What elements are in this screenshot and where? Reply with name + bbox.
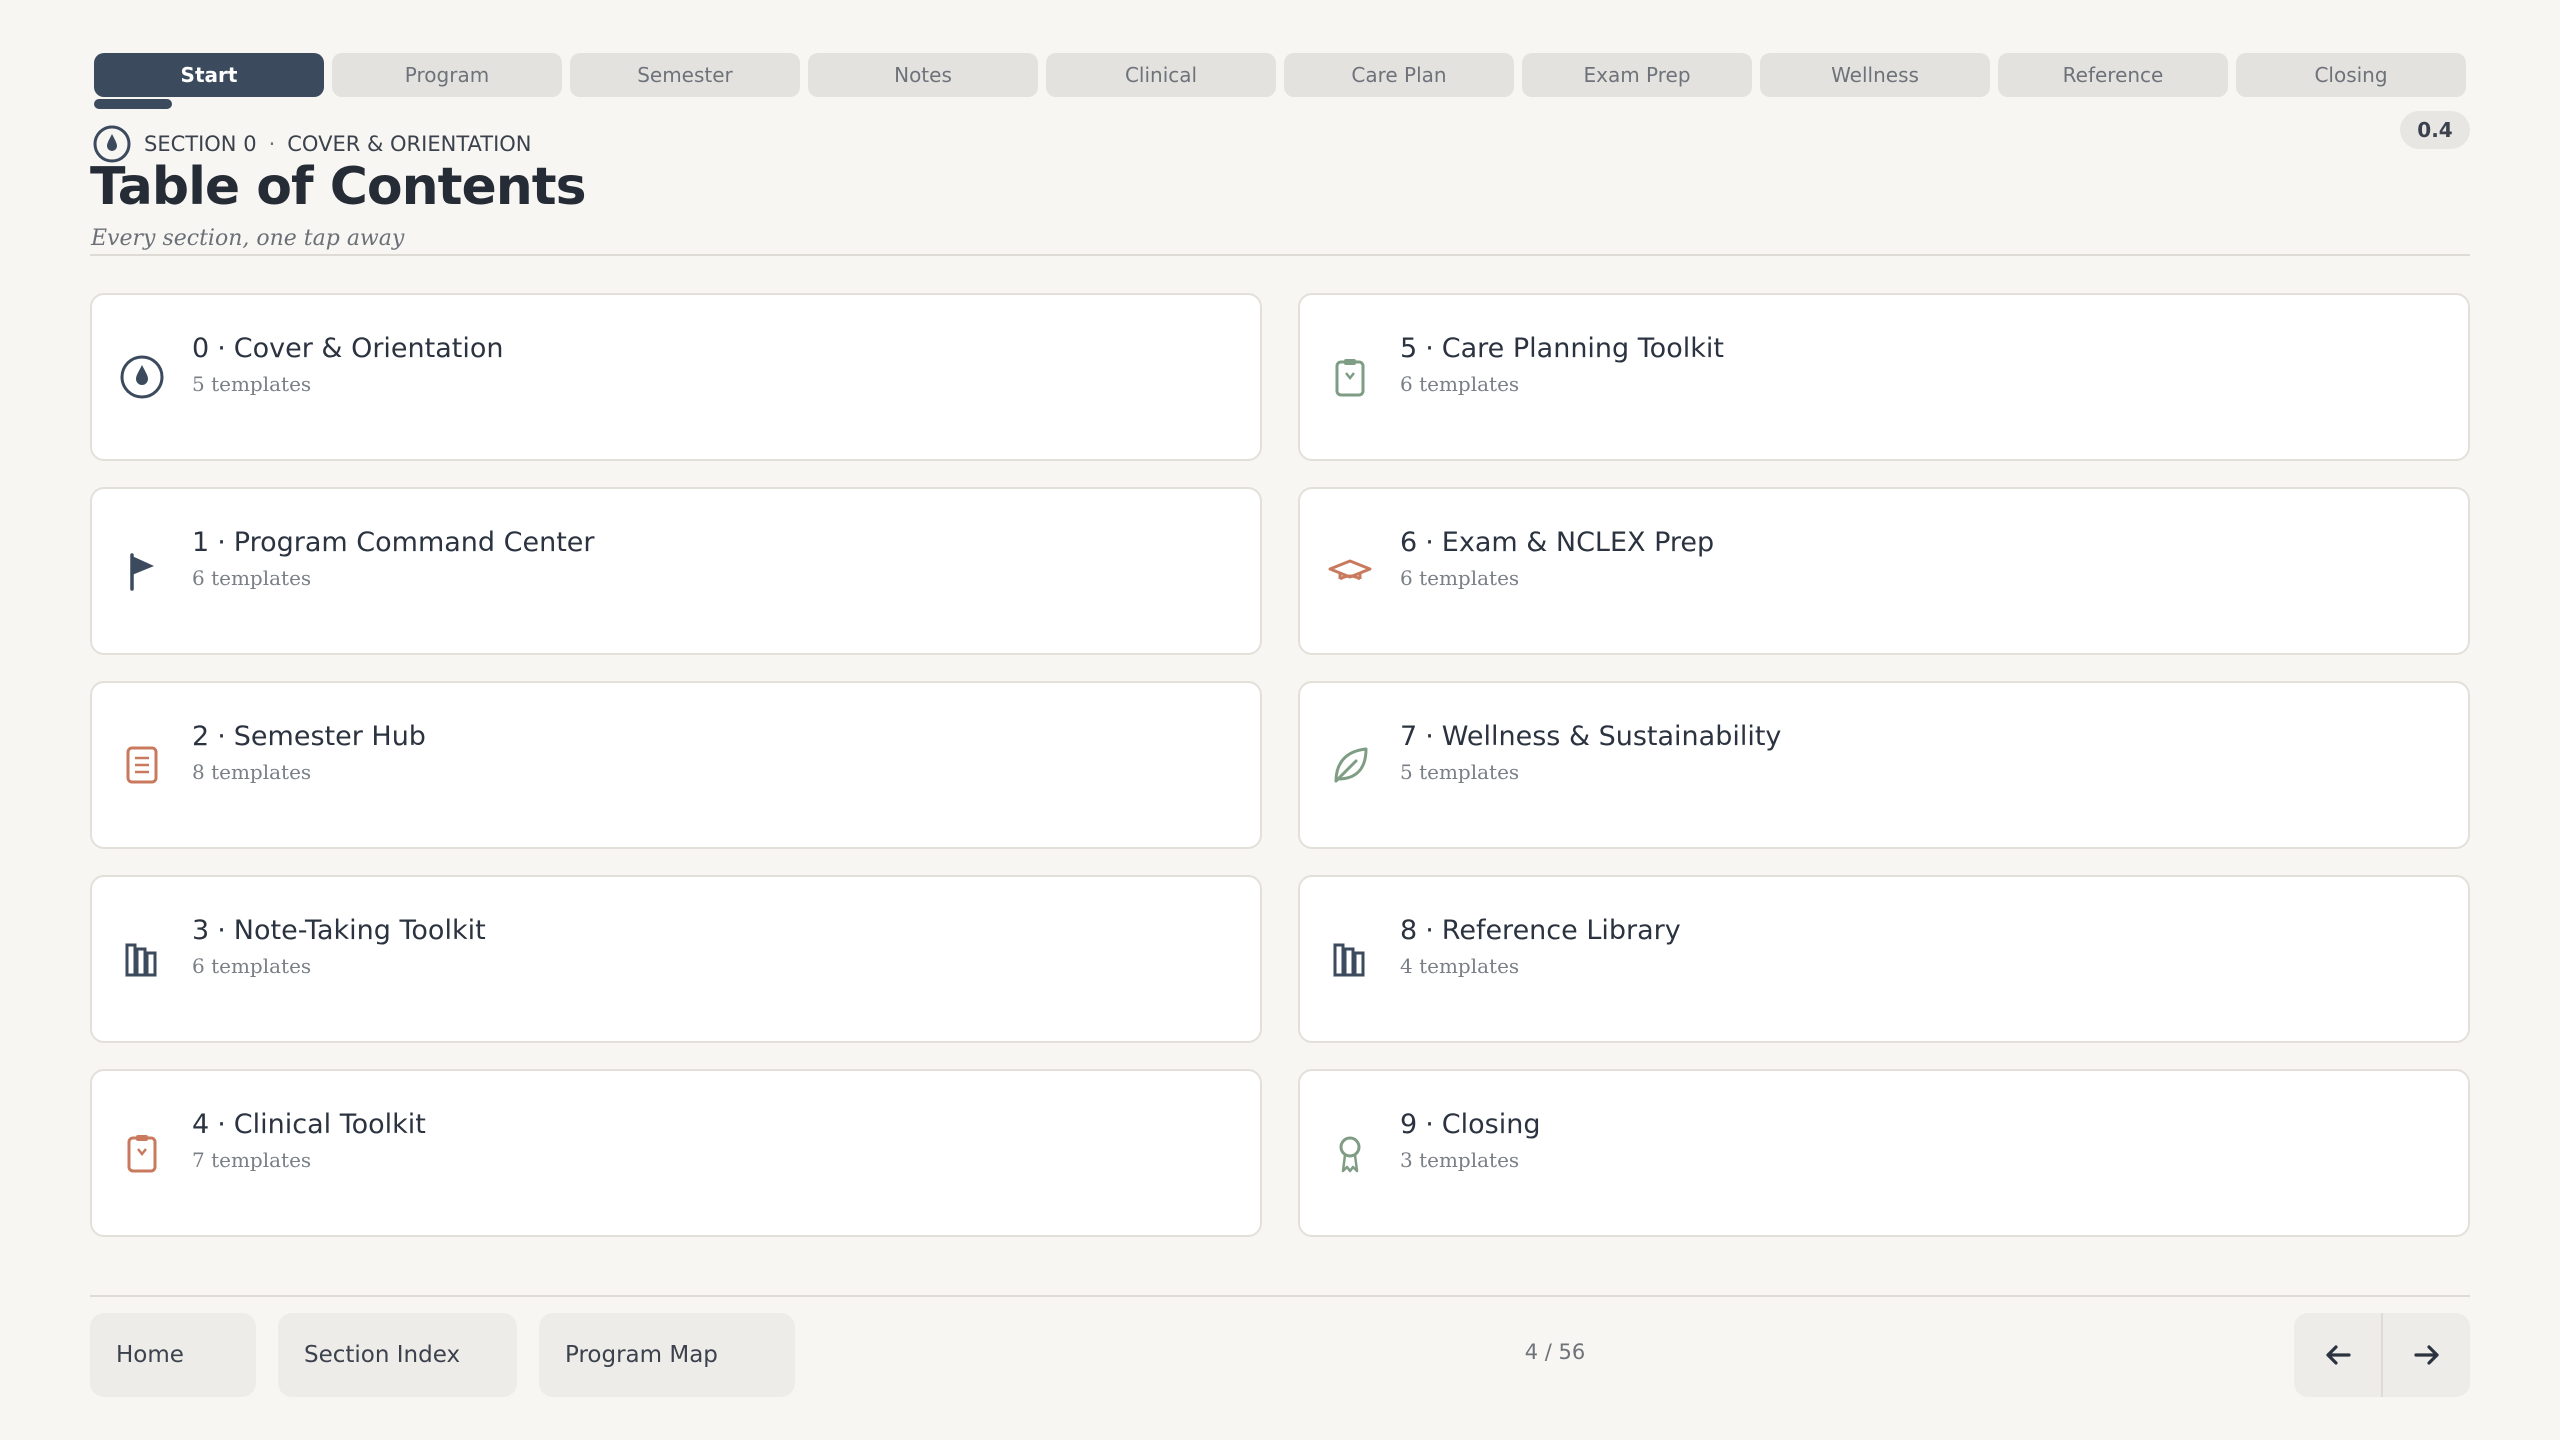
compass-drop-icon [118, 353, 166, 401]
card-template-count: 6 templates [1400, 372, 1520, 396]
section-card-closing[interactable]: 9 · Closing 3 templates [1298, 1069, 2470, 1237]
card-template-count: 5 templates [192, 372, 312, 396]
card-title: Note-Taking Toolkit [233, 915, 486, 946]
card-separator: · [217, 721, 226, 752]
card-template-count: 6 templates [192, 566, 312, 590]
section-label: SECTION 0 [144, 132, 257, 156]
page-subtitle: Every section, one tap away [91, 226, 405, 251]
program-map-button[interactable]: Program Map [539, 1313, 795, 1397]
section-card-grid: 0 · Cover & Orientation 5 templates 1 · Prog… [90, 293, 2470, 1237]
card-number: 7 [1400, 721, 1418, 752]
clipboard-icon [118, 1129, 166, 1177]
clipboard-icon [1326, 353, 1374, 401]
card-template-count: 7 templates [192, 1148, 312, 1172]
tab-semester[interactable]: Semester [570, 53, 800, 97]
home-button[interactable]: Home [90, 1313, 256, 1397]
card-template-count: 6 templates [192, 954, 312, 978]
section-card-care-planning-toolkit[interactable]: 5 · Care Planning Toolkit 6 templates [1298, 293, 2470, 461]
card-separator: · [217, 1109, 226, 1140]
card-number: 3 [192, 915, 210, 946]
card-number: 2 [192, 721, 210, 752]
card-title: Semester Hub [233, 721, 426, 752]
header-divider [90, 254, 2470, 256]
section-name: COVER & ORIENTATION [287, 132, 532, 156]
page-navigation [2294, 1313, 2470, 1397]
card-title: Care Planning Toolkit [1441, 333, 1724, 364]
graduation-cap-icon [1326, 547, 1374, 595]
notepad-icon [118, 741, 166, 789]
tab-exam-prep[interactable]: Exam Prep [1522, 53, 1752, 97]
tab-clinical[interactable]: Clinical [1046, 53, 1276, 97]
section-card-clinical-toolkit[interactable]: 4 · Clinical Toolkit 7 templates [90, 1069, 1262, 1237]
card-title: Exam & NCLEX Prep [1441, 527, 1715, 558]
arrow-right-icon [2413, 1345, 2439, 1365]
card-number: 6 [1400, 527, 1418, 558]
flag-icon [118, 547, 166, 595]
card-title: Program Command Center [233, 527, 595, 558]
card-number: 5 [1400, 333, 1418, 364]
section-card-reference-library[interactable]: 8 · Reference Library 4 templates [1298, 875, 2470, 1043]
card-template-count: 3 templates [1400, 1148, 1520, 1172]
tab-wellness[interactable]: Wellness [1760, 53, 1990, 97]
section-card-semester-hub[interactable]: 2 · Semester Hub 8 templates [90, 681, 1262, 849]
section-card-note-taking-toolkit[interactable]: 3 · Note-Taking Toolkit 6 templates [90, 875, 1262, 1043]
card-title: Wellness & Sustainability [1441, 721, 1782, 752]
footer-divider [90, 1295, 2470, 1297]
card-separator: · [1425, 333, 1434, 364]
page-counter: 4 / 56 [1524, 1340, 1586, 1364]
card-separator: · [1425, 527, 1434, 558]
card-separator: · [217, 527, 226, 558]
tab-program[interactable]: Program [332, 53, 562, 97]
page-title: Table of Contents [90, 157, 587, 217]
previous-page-button[interactable] [2294, 1313, 2381, 1397]
card-separator: · [1425, 721, 1434, 752]
card-number: 0 [192, 333, 210, 364]
section-card-cover-orientation[interactable]: 0 · Cover & Orientation 5 templates [90, 293, 1262, 461]
card-title: Clinical Toolkit [233, 1109, 426, 1140]
card-template-count: 8 templates [192, 760, 312, 784]
tab-notes[interactable]: Notes [808, 53, 1038, 97]
card-template-count: 4 templates [1400, 954, 1520, 978]
card-template-count: 5 templates [1400, 760, 1520, 784]
card-number: 9 [1400, 1109, 1418, 1140]
arrow-left-icon [2325, 1345, 2351, 1365]
breadcrumb-separator: · [268, 132, 276, 156]
section-index-button[interactable]: Section Index [278, 1313, 517, 1397]
card-title: Closing [1441, 1109, 1541, 1140]
card-title: Reference Library [1441, 915, 1681, 946]
version-badge: 0.4 [2400, 111, 2470, 149]
card-number: 8 [1400, 915, 1418, 946]
section-card-wellness-sustainability[interactable]: 7 · Wellness & Sustainability 5 templates [1298, 681, 2470, 849]
tab-closing[interactable]: Closing [2236, 53, 2466, 97]
section-tab-bar: Start Program Semester Notes Clinical Ca… [94, 53, 2466, 109]
section-card-exam-nclex-prep[interactable]: 6 · Exam & NCLEX Prep 6 templates [1298, 487, 2470, 655]
tab-care-plan[interactable]: Care Plan [1284, 53, 1514, 97]
card-title: Cover & Orientation [233, 333, 504, 364]
tab-start[interactable]: Start [94, 53, 324, 109]
card-number: 4 [192, 1109, 210, 1140]
next-page-button[interactable] [2381, 1313, 2470, 1397]
tab-reference[interactable]: Reference [1998, 53, 2228, 97]
section-card-program-command-center[interactable]: 1 · Program Command Center 6 templates [90, 487, 1262, 655]
leaf-icon [1326, 741, 1374, 789]
card-separator: · [217, 915, 226, 946]
books-icon [118, 935, 166, 983]
card-template-count: 6 templates [1400, 566, 1520, 590]
card-separator: · [1425, 915, 1434, 946]
books-icon [1326, 935, 1374, 983]
award-ribbon-icon [1326, 1129, 1374, 1177]
card-separator: · [1425, 1109, 1434, 1140]
card-number: 1 [192, 527, 210, 558]
card-separator: · [217, 333, 226, 364]
